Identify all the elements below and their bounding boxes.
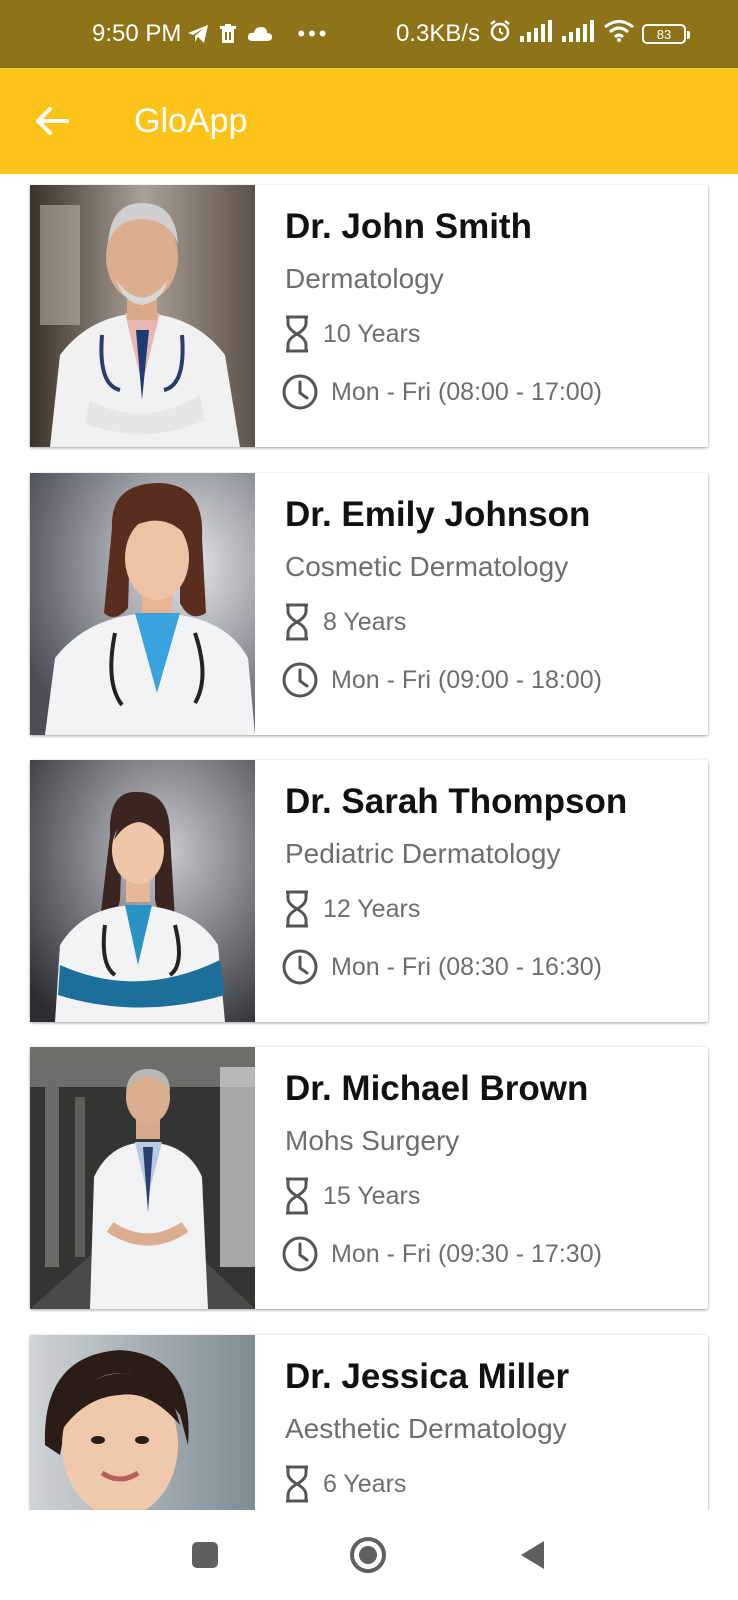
doctor-list[interactable]: Dr. John Smith Dermatology 10 Years Mon … (0, 174, 738, 1510)
hourglass-icon (286, 1177, 308, 1215)
app-title: GloApp (134, 101, 248, 140)
home-icon (350, 1537, 386, 1573)
doctor-name: Dr. Jessica Miller (285, 1357, 570, 1396)
system-nav-bar (0, 1510, 738, 1600)
doctor-name: Dr. John Smith (285, 207, 532, 246)
recent-apps-icon (192, 1542, 218, 1568)
doctor-photo (30, 473, 255, 735)
app-bar: GloApp (0, 68, 738, 174)
doctor-name: Dr. Michael Brown (285, 1069, 589, 1108)
hourglass-icon (286, 315, 308, 353)
wifi-icon (604, 19, 634, 49)
doctor-card[interactable]: Dr. Michael Brown Mohs Surgery 15 Years … (30, 1047, 708, 1309)
doctor-experience: 15 Years (323, 1181, 421, 1210)
back-triangle-icon (521, 1541, 544, 1569)
clock-icon (282, 662, 318, 698)
battery-icon: 83 (642, 24, 690, 44)
doctor-photo (30, 1335, 255, 1510)
doctor-info: Dr. Emily Johnson Cosmetic Dermatology 8… (255, 473, 708, 735)
doctor-card[interactable]: Dr. Emily Johnson Cosmetic Dermatology 8… (30, 473, 708, 735)
doctor-photo (30, 1047, 255, 1309)
signal-icon (520, 19, 554, 49)
clock-icon (282, 1236, 318, 1272)
net-speed: 0.3KB/s (395, 20, 480, 47)
hourglass-icon (286, 890, 308, 928)
doctor-specialty: Mohs Surgery (285, 1125, 460, 1156)
hourglass-icon (286, 1465, 308, 1503)
clock-icon (282, 374, 318, 410)
telegram-icon (187, 24, 209, 44)
doctor-experience: 6 Years (323, 1469, 407, 1498)
doctor-experience: 8 Years (323, 607, 407, 636)
recent-apps-button[interactable] (180, 1530, 230, 1580)
cloud-icon (247, 25, 273, 43)
doctor-hours: Mon - Fri (09:00 - 18:00) (331, 665, 602, 694)
signal-icon (562, 19, 596, 49)
arrow-left-icon (36, 107, 69, 135)
doctor-card[interactable]: Dr. John Smith Dermatology 10 Years Mon … (30, 185, 708, 447)
system-back-button[interactable] (508, 1530, 558, 1580)
doctor-name: Dr. Sarah Thompson (285, 782, 628, 821)
more-dots-icon: ••• (297, 21, 330, 46)
doctor-specialty: Aesthetic Dermatology (285, 1413, 567, 1444)
hourglass-icon (286, 603, 308, 641)
doctor-hours: Mon - Fri (08:30 - 16:30) (331, 952, 602, 981)
doctor-specialty: Pediatric Dermatology (285, 838, 561, 869)
doctor-specialty: Dermatology (285, 263, 444, 294)
clock-icon (282, 949, 318, 985)
doctor-specialty: Cosmetic Dermatology (285, 551, 569, 582)
doctor-photo (30, 760, 255, 1022)
trash-icon (219, 24, 237, 44)
doctor-name: Dr. Emily Johnson (285, 495, 591, 534)
home-button[interactable] (343, 1530, 393, 1580)
doctor-info: Dr. John Smith Dermatology 10 Years Mon … (255, 185, 708, 447)
doctor-photo (30, 185, 255, 447)
doctor-card[interactable]: Dr. Sarah Thompson Pediatric Dermatology… (30, 760, 708, 1022)
doctor-info: Dr. Sarah Thompson Pediatric Dermatology… (255, 760, 708, 1022)
doctor-experience: 12 Years (323, 894, 421, 923)
status-time: 9:50 PM (92, 20, 182, 47)
status-bar: 9:50 PM ••• 0.3KB/s 83 (0, 0, 738, 68)
doctor-info: Dr. Michael Brown Mohs Surgery 15 Years … (255, 1047, 708, 1309)
doctor-hours: Mon - Fri (09:30 - 17:30) (331, 1239, 602, 1268)
doctor-info: Dr. Jessica Miller Aesthetic Dermatology… (255, 1335, 708, 1510)
doctor-hours: Mon - Fri (08:00 - 17:00) (331, 377, 602, 406)
back-button[interactable] (22, 91, 82, 151)
doctor-card[interactable]: Dr. Jessica Miller Aesthetic Dermatology… (30, 1335, 708, 1510)
doctor-experience: 10 Years (323, 319, 421, 348)
alarm-icon (488, 19, 512, 50)
